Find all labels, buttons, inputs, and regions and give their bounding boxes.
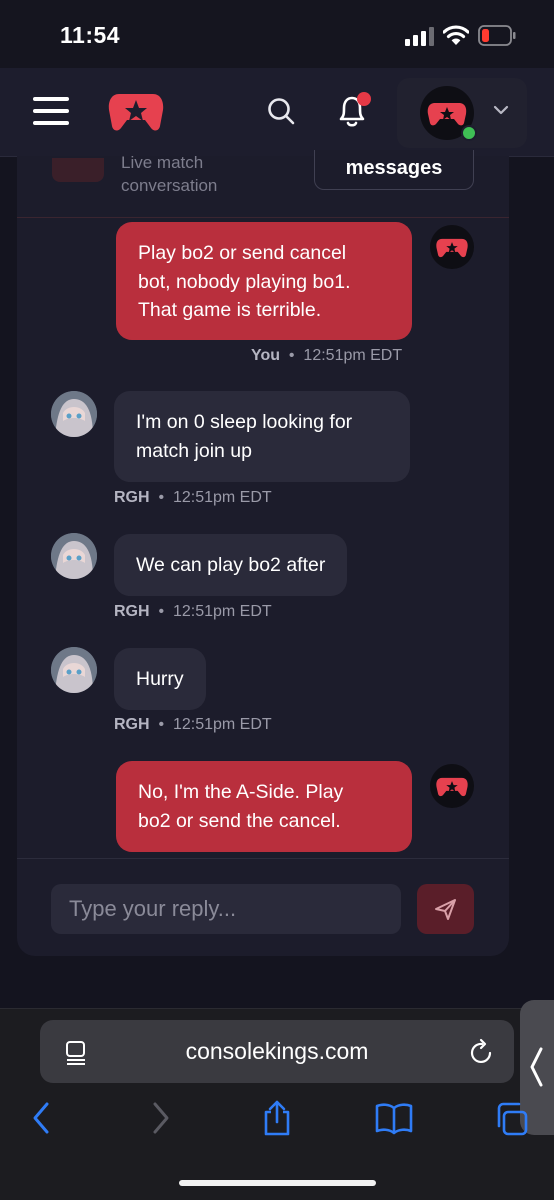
own-avatar bbox=[430, 764, 474, 808]
divider bbox=[17, 858, 509, 859]
chevron-down-icon[interactable] bbox=[492, 104, 510, 116]
avatar-logo-icon bbox=[436, 238, 468, 258]
home-indicator bbox=[179, 1180, 376, 1186]
message-bubble-own: Play bo2 or send cancel bot, nobody play… bbox=[116, 222, 412, 340]
status-time: 11:54 bbox=[60, 22, 121, 48]
forward-arrow-icon[interactable] bbox=[150, 1100, 172, 1136]
divider bbox=[17, 217, 509, 218]
back-arrow-icon[interactable] bbox=[30, 1100, 52, 1136]
chat-header-subtitle: Live match conversation bbox=[121, 153, 218, 195]
avatar-logo-icon bbox=[436, 777, 468, 797]
message-bubble-other: I'm on 0 sleep looking for match join up bbox=[114, 391, 410, 482]
message-meta: RGH • 12:51pm EDT bbox=[114, 603, 272, 620]
bookmarks-icon[interactable] bbox=[375, 1100, 413, 1136]
anime-avatar-image bbox=[51, 533, 97, 579]
cellular-signal-icon bbox=[405, 27, 434, 46]
message-meta: You • 12:51pm EDT bbox=[251, 347, 403, 364]
reply-input[interactable] bbox=[51, 884, 401, 934]
message-bubble-other: We can play bo2 after bbox=[114, 534, 348, 596]
rgh-avatar[interactable] bbox=[51, 533, 97, 579]
chevron-left-icon[interactable] bbox=[528, 1046, 544, 1088]
battery-low-icon bbox=[478, 25, 516, 46]
messages-button[interactable]: messages bbox=[314, 150, 474, 190]
share-icon[interactable] bbox=[261, 1100, 293, 1136]
message-bubble-other: Hurry bbox=[114, 648, 206, 710]
send-icon bbox=[435, 899, 456, 920]
rgh-avatar[interactable] bbox=[51, 391, 97, 437]
consolekings-logo[interactable] bbox=[107, 92, 165, 132]
notification-bell-icon[interactable] bbox=[335, 92, 371, 130]
online-status-dot bbox=[461, 125, 477, 141]
rgh-avatar[interactable] bbox=[51, 647, 97, 693]
tabs-icon[interactable] bbox=[495, 1100, 529, 1136]
wifi-icon bbox=[443, 25, 469, 45]
reload-icon[interactable] bbox=[469, 1038, 495, 1066]
send-button[interactable] bbox=[417, 884, 474, 934]
anime-avatar-image bbox=[51, 391, 97, 437]
message-bubble-own: No, I'm the A-Side. Play bo2 or send the… bbox=[116, 761, 412, 852]
own-avatar bbox=[430, 225, 474, 269]
anime-avatar-image bbox=[51, 647, 97, 693]
message-meta: RGH • 12:51pm EDT bbox=[114, 716, 272, 733]
url-text: consolekings.com bbox=[185, 1038, 369, 1064]
message-meta: RGH • 12:51pm EDT bbox=[114, 489, 272, 506]
search-icon[interactable] bbox=[266, 96, 296, 126]
menu-icon[interactable] bbox=[33, 97, 69, 127]
chat-bubble-icon bbox=[52, 158, 104, 182]
